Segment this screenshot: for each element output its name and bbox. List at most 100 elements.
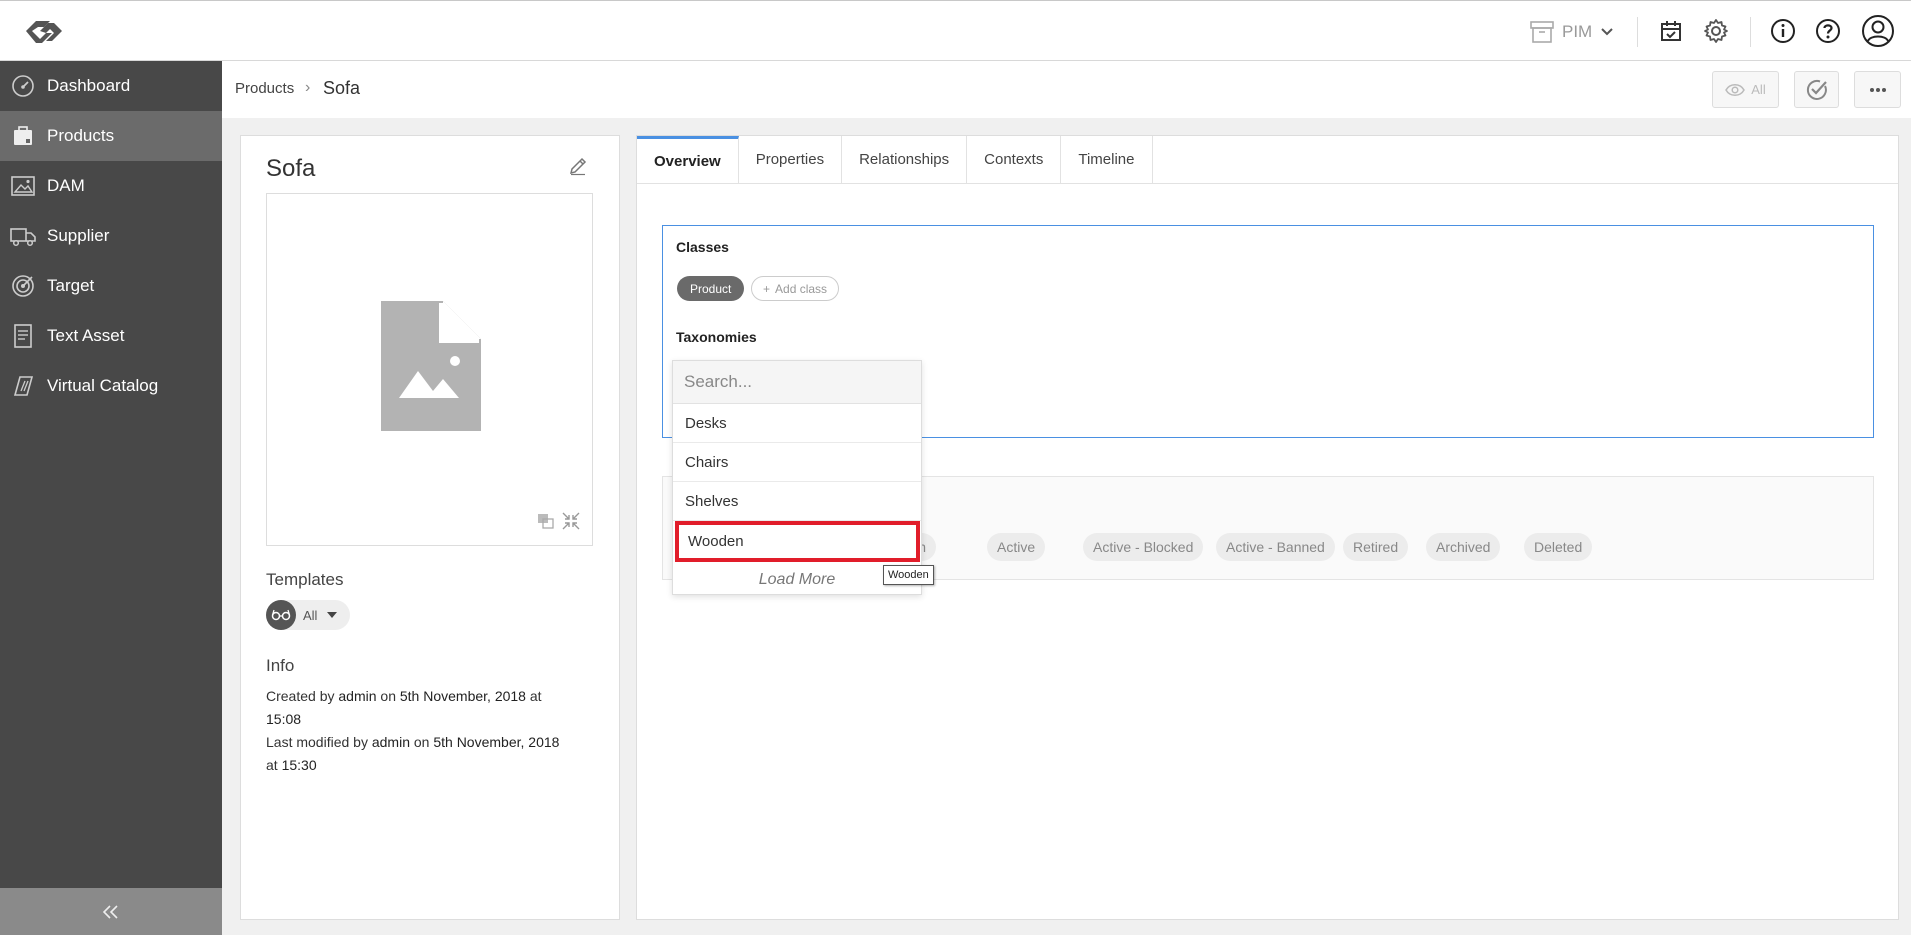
sidebar-item-target[interactable]: Target: [0, 261, 222, 311]
tab-overview[interactable]: Overview: [637, 136, 739, 183]
sidebar-item-label: Products: [47, 126, 115, 145]
tooltip: Wooden: [883, 565, 934, 585]
product-title: Sofa: [266, 155, 316, 182]
image-swap-icon[interactable]: [537, 513, 555, 529]
pencil-icon[interactable]: [568, 156, 590, 178]
image-file-icon: [381, 301, 481, 431]
dropdown-option-desks[interactable]: Desks: [673, 404, 921, 443]
module-label: PIM: [1562, 22, 1593, 41]
modified-date: 5th November, 2018: [433, 734, 560, 750]
sidebar-item-products[interactable]: Products: [0, 111, 222, 161]
glasses-icon: [266, 600, 296, 630]
module-switcher[interactable]: PIM: [1530, 18, 1614, 46]
user-icon[interactable]: [1861, 14, 1895, 48]
created-info: Created by admin on 5th November, 2018 a…: [266, 685, 566, 731]
caret-down-icon: [327, 612, 338, 618]
modified-user: admin: [371, 734, 410, 750]
product-summary-panel: Sofa Templates All Info Created by admin…: [240, 135, 620, 920]
gear-icon[interactable]: [1701, 16, 1731, 46]
breadcrumb-bar: Products › Sofa All: [222, 61, 1911, 118]
modified-on: on: [413, 734, 430, 750]
archive-icon: [1530, 21, 1554, 43]
sidebar-item-label: Dashboard: [47, 76, 131, 95]
taxonomies-heading: Taxonomies: [676, 329, 757, 345]
image-icon: [10, 173, 36, 199]
sidebar-collapse-button[interactable]: [0, 888, 222, 935]
products-icon: [10, 123, 36, 149]
created-time: 15:08: [266, 711, 302, 727]
class-chip-product[interactable]: Product: [677, 276, 745, 301]
status-chip-archived[interactable]: Archived: [1426, 533, 1501, 561]
status-chip-active-banned[interactable]: Active - Banned: [1216, 533, 1335, 561]
sidebar-item-text-asset[interactable]: Text Asset: [0, 311, 222, 361]
modified-info: Last modified by admin on 5th November, …: [266, 731, 566, 777]
created-user: admin: [338, 688, 377, 704]
document-icon: [10, 323, 36, 349]
top-bar: PIM: [0, 0, 1911, 61]
dropdown-option-shelves[interactable]: Shelves: [673, 482, 921, 521]
created-prefix: Created by: [266, 688, 335, 704]
tab-properties[interactable]: Properties: [739, 136, 843, 183]
sidebar-item-label: Supplier: [47, 226, 110, 245]
dropdown-option-chairs[interactable]: Chairs: [673, 443, 921, 482]
add-class-label: Add class: [775, 281, 828, 296]
info-details: Created by admin on 5th November, 2018 a…: [266, 685, 566, 777]
dashboard-icon: [10, 73, 36, 99]
taxonomy-dropdown: Desks Chairs Shelves Wooden Load More: [672, 360, 922, 595]
breadcrumb-products-link[interactable]: Products: [235, 80, 294, 97]
target-icon: [10, 273, 36, 299]
double-chevron-left-icon: [102, 904, 120, 920]
divider: [1750, 17, 1751, 47]
breadcrumb-separator: ›: [305, 79, 311, 96]
breadcrumb-current: Sofa: [323, 78, 361, 98]
divider: [1637, 17, 1638, 47]
status-chip-active-blocked[interactable]: Active - Blocked: [1083, 533, 1204, 561]
sidebar-item-label: Target: [47, 276, 95, 295]
tab-timeline[interactable]: Timeline: [1061, 136, 1153, 183]
sidebar-item-dam[interactable]: DAM: [0, 161, 222, 211]
view-filter-button[interactable]: All: [1712, 71, 1779, 108]
product-image-placeholder[interactable]: [266, 193, 593, 546]
ellipsis-icon: [1869, 87, 1887, 93]
sidebar-item-supplier[interactable]: Supplier: [0, 211, 222, 261]
help-icon[interactable]: [1813, 16, 1843, 46]
template-select[interactable]: All: [266, 600, 350, 630]
calendar-icon[interactable]: [1656, 16, 1686, 46]
plus-icon: +: [763, 281, 771, 296]
created-at: at: [529, 688, 542, 704]
more-options-button[interactable]: [1854, 71, 1901, 108]
modified-time: 15:30: [281, 757, 317, 773]
templates-heading: Templates: [266, 570, 344, 589]
status-chip-retired[interactable]: Retired: [1343, 533, 1409, 561]
sidebar: Dashboard Products DAM Supplier Target T…: [0, 61, 222, 935]
status-chip-deleted[interactable]: Deleted: [1524, 533, 1593, 561]
sidebar-item-label: Virtual Catalog: [47, 376, 159, 395]
tab-relationships[interactable]: Relationships: [842, 136, 968, 183]
modified-prefix: Last modified by: [266, 734, 368, 750]
sidebar-item-virtual-catalog[interactable]: Virtual Catalog: [0, 361, 222, 411]
created-on: on: [380, 688, 396, 704]
dropdown-option-wooden[interactable]: Wooden: [675, 521, 920, 562]
add-class-button[interactable]: + Add class: [751, 276, 840, 301]
sidebar-item-dashboard[interactable]: Dashboard: [0, 61, 222, 111]
truck-icon: [10, 223, 36, 249]
catalog-icon: [10, 373, 36, 399]
taxonomy-search-input[interactable]: [673, 361, 921, 404]
sidebar-item-label: Text Asset: [47, 326, 125, 345]
check-circle-icon: [1806, 79, 1828, 101]
info-icon[interactable]: [1768, 16, 1798, 46]
collapse-arrows-icon[interactable]: [562, 512, 580, 530]
status-chip-active[interactable]: Active: [987, 533, 1046, 561]
tab-contexts[interactable]: Contexts: [967, 136, 1062, 183]
logo-icon[interactable]: [20, 14, 68, 48]
chevron-down-icon: [1600, 27, 1614, 37]
eye-icon: [1725, 83, 1746, 97]
template-select-value: All: [303, 607, 318, 623]
approve-button[interactable]: [1794, 71, 1839, 108]
modified-at: at: [266, 757, 278, 773]
view-filter-label: All: [1751, 82, 1766, 97]
tab-bar: Overview Properties Relationships Contex…: [637, 136, 1898, 184]
sidebar-item-label: DAM: [47, 176, 85, 195]
info-heading: Info: [266, 656, 295, 675]
created-date: 5th November, 2018: [399, 688, 526, 704]
